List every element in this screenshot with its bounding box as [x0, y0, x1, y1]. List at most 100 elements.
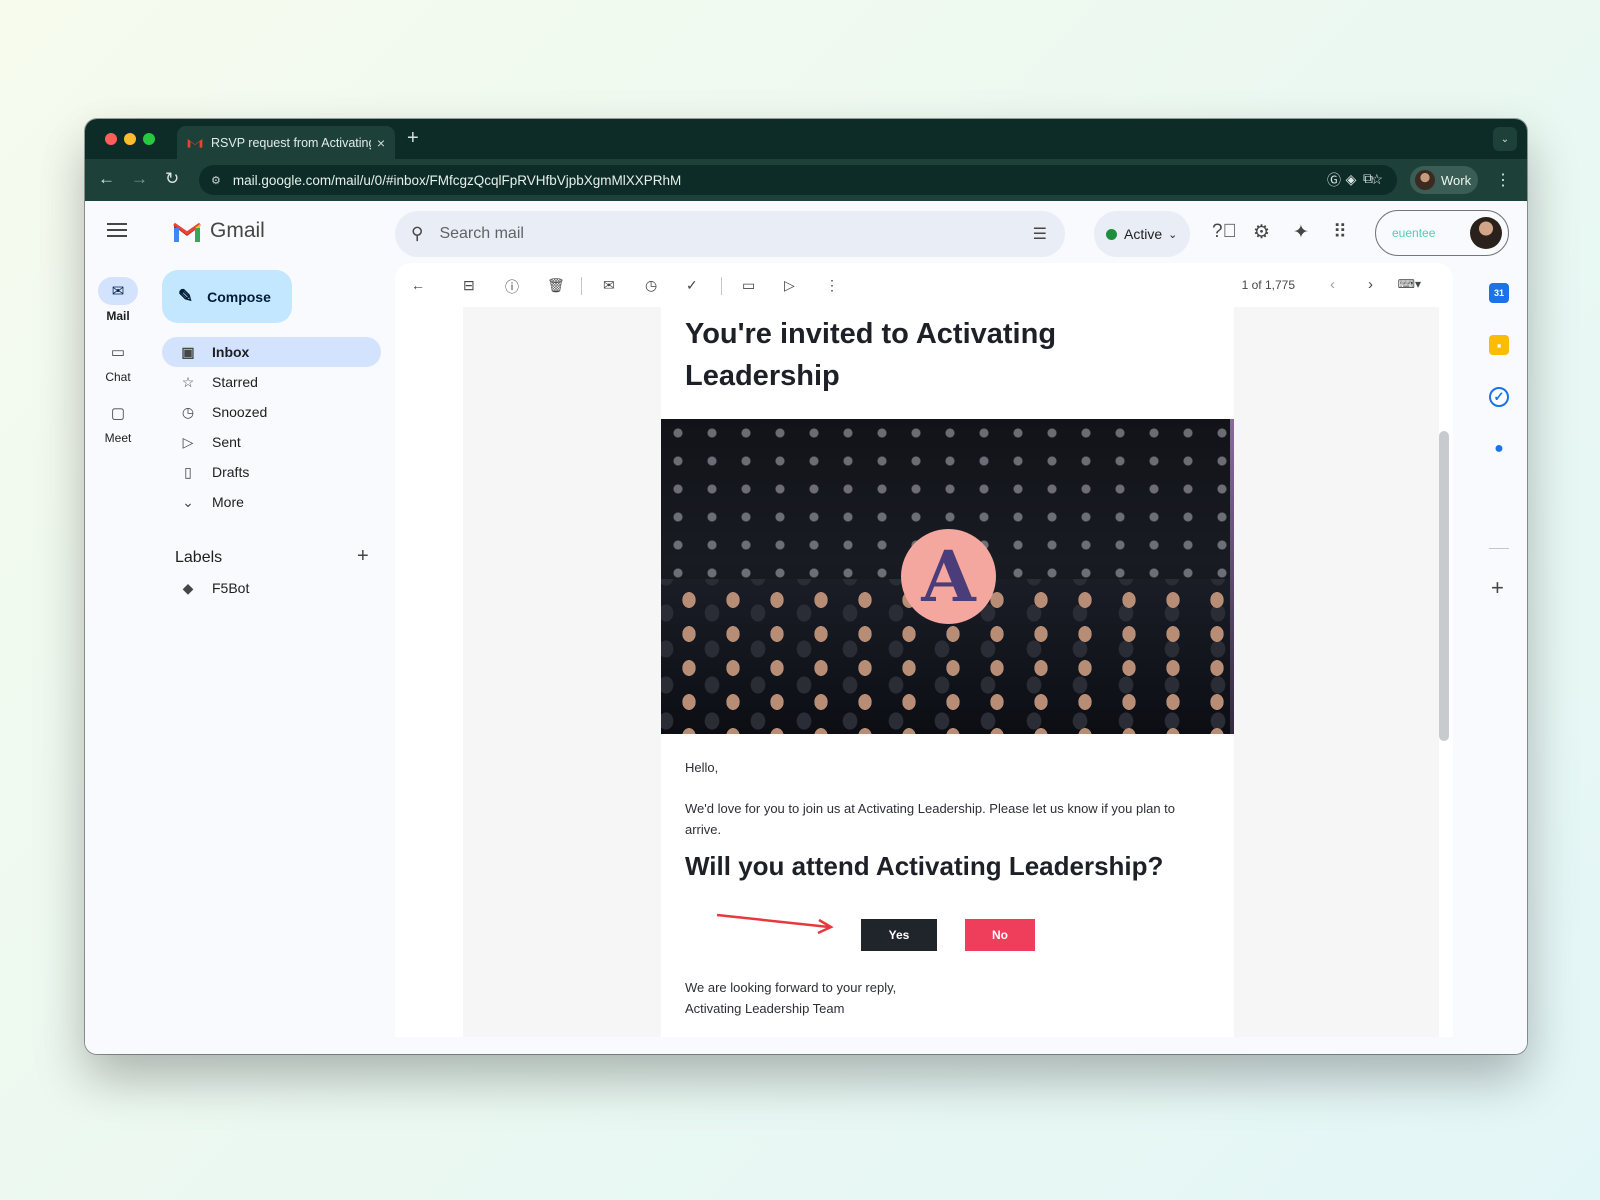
toolbar-divider	[721, 277, 722, 295]
chevron-down-icon: ⌄	[182, 493, 194, 510]
clock-icon: ◷	[181, 403, 195, 420]
scrollbar-thumb[interactable]	[1439, 431, 1449, 741]
compose-button[interactable]: ✎ Compose	[162, 270, 292, 323]
add-to-tasks-icon[interactable]: ✓	[686, 277, 698, 294]
minimize-window-button[interactable]	[124, 133, 136, 145]
close-window-button[interactable]	[105, 133, 117, 145]
main-menu-icon[interactable]	[107, 223, 127, 237]
account-switcher[interactable]: euentee	[1375, 210, 1509, 256]
contacts-icon[interactable]: ●	[1489, 439, 1509, 459]
site-settings-icon[interactable]: ⚙	[211, 174, 221, 187]
gemini-sparkle-icon[interactable]: ✦	[1293, 221, 1309, 244]
event-logo-badge: A	[901, 529, 996, 624]
event-hero-image: A	[661, 419, 1234, 734]
pencil-icon: ✎	[178, 286, 194, 306]
input-tools-keyboard-icon[interactable]: ⌨▾	[1398, 277, 1421, 291]
message-panel: ← ⊟ ⓘ 🗑 ✉ ◷ ✓ ▭ ▷ ⋮ 1 of 1,775 ‹ › ⌨▾ Yo…	[395, 263, 1453, 1037]
tab-title: RSVP request from Activating	[211, 135, 371, 150]
archive-icon[interactable]: ⊟	[463, 277, 475, 294]
settings-gear-icon[interactable]: ⚙	[1253, 221, 1270, 244]
new-tab-button[interactable]: +	[407, 127, 419, 150]
tasks-icon[interactable]: ✓	[1489, 387, 1509, 407]
maximize-window-button[interactable]	[143, 133, 155, 145]
address-bar[interactable]: ⚙ mail.google.com/mail/u/0/#inbox/FMfcgz…	[199, 165, 1397, 195]
browser-menu-icon[interactable]: ⋮	[1495, 170, 1511, 190]
message-toolbar: ← ⊟ ⓘ 🗑 ✉ ◷ ✓ ▭ ▷ ⋮ 1 of 1,775 ‹ › ⌨▾	[395, 263, 1453, 307]
event-logo-letter: A	[921, 534, 976, 618]
tab-strip: RSVP request from Activating × + ⌄	[85, 119, 1527, 159]
extensions-puzzle-icon[interactable]: ⧉	[1363, 170, 1373, 190]
label-icon: ◆	[182, 579, 194, 596]
nav-label: Snoozed	[212, 404, 268, 420]
close-tab-icon[interactable]: ×	[377, 135, 385, 151]
gmail-m-icon	[173, 222, 201, 242]
nav-item-more[interactable]: ⌄ More	[162, 487, 381, 517]
nav-item-sent[interactable]: ▷ Sent	[162, 427, 381, 457]
attendance-question: Will you attend Activating Leadership?	[685, 851, 1164, 881]
label-item-f5bot[interactable]: ◆ F5Bot	[162, 573, 381, 603]
add-label-icon[interactable]: +	[357, 545, 369, 568]
delete-trash-icon[interactable]: 🗑	[547, 277, 565, 294]
apps-grid-icon[interactable]: ⠿	[1333, 221, 1347, 244]
browser-tab[interactable]: RSVP request from Activating ×	[177, 126, 395, 159]
back-to-inbox-icon[interactable]: ←	[411, 277, 425, 293]
email-headline: You're invited to Activating Leadership	[685, 318, 1057, 392]
rail-label: Meet	[104, 431, 132, 445]
grammarly-icon[interactable]: Ⓖ	[1327, 170, 1341, 190]
nav-item-inbox[interactable]: ▣ Inbox	[162, 337, 381, 367]
compose-label: Compose	[207, 288, 271, 305]
report-spam-icon[interactable]: ⓘ	[505, 277, 519, 297]
star-icon: ☆	[181, 373, 195, 390]
mark-unread-icon[interactable]: ✉	[603, 277, 615, 294]
status-button[interactable]: Active ⌄	[1094, 211, 1190, 257]
invitation-body-text: We'd love for you to join us at Activati…	[685, 801, 1176, 837]
newer-chevron-icon[interactable]: ‹	[1330, 276, 1335, 293]
gmail-logo[interactable]: Gmail	[172, 219, 265, 243]
nav-item-starred[interactable]: ☆ Starred	[162, 367, 381, 397]
chevron-down-icon: ⌄	[1168, 228, 1178, 241]
back-arrow-icon[interactable]: ←	[98, 169, 115, 189]
snooze-clock-icon[interactable]: ◷	[645, 277, 657, 294]
get-addons-plus-icon[interactable]: +	[1491, 575, 1504, 601]
nav-item-drafts[interactable]: ▯ Drafts	[162, 457, 381, 487]
hero-edge	[1230, 419, 1234, 734]
more-options-icon[interactable]: ⋮	[825, 277, 839, 294]
tab-search-button[interactable]: ⌄	[1493, 127, 1517, 151]
send-icon: ▷	[182, 433, 194, 450]
url-text: mail.google.com/mail/u/0/#inbox/FMfcgzQc…	[232, 172, 682, 188]
move-to-folder-icon[interactable]: ▭	[742, 277, 755, 294]
status-dot	[1106, 228, 1117, 240]
reload-icon[interactable]: ↻	[165, 169, 179, 189]
gmail-app: ✉ Mail ▭ Chat ▢ Meet Gmail ✎ Compose ▣ I…	[85, 201, 1527, 1054]
inbox-icon: ▣	[181, 343, 195, 360]
help-icon[interactable]: ?⃝	[1212, 221, 1237, 243]
mail-icon: ✉	[98, 277, 138, 305]
browser-window: RSVP request from Activating × + ⌄ ← → ↻…	[85, 119, 1527, 1054]
rail-item-chat[interactable]: ▭ Chat	[85, 338, 151, 384]
side-panel: 31 ▪ ✓ ● + ›	[1471, 263, 1527, 1053]
search-icon[interactable]: ⚲	[411, 224, 423, 244]
keep-icon[interactable]: ▪	[1489, 335, 1509, 355]
search-options-icon[interactable]: ☰	[1033, 224, 1047, 244]
rsvp-yes-button[interactable]: Yes	[861, 919, 937, 951]
forward-arrow-icon[interactable]: →	[131, 169, 148, 189]
status-label: Active	[1124, 226, 1163, 242]
rail-item-meet[interactable]: ▢ Meet	[85, 399, 151, 445]
rail-label: Mail	[106, 309, 130, 323]
rail-item-mail[interactable]: ✉ Mail	[85, 277, 151, 323]
older-chevron-icon[interactable]: ›	[1368, 276, 1373, 293]
browser-toolbar: ← → ↻ ⚙ mail.google.com/mail/u/0/#inbox/…	[85, 159, 1527, 201]
chat-icon: ▭	[110, 344, 126, 361]
greeting-text: Hello,	[685, 760, 719, 775]
nav-item-snoozed[interactable]: ◷ Snoozed	[162, 397, 381, 427]
calendar-icon[interactable]: 31	[1489, 283, 1509, 303]
rsvp-no-button[interactable]: No	[965, 919, 1035, 951]
search-bar[interactable]: ⚲ Search mail ☰	[395, 211, 1065, 257]
label-tag-icon[interactable]: ▷	[784, 277, 795, 294]
profile-avatar	[1415, 170, 1435, 190]
search-input[interactable]: Search mail	[439, 225, 1032, 243]
profile-button[interactable]: Work	[1410, 166, 1478, 194]
label-name: F5Bot	[212, 580, 250, 596]
draft-icon: ▯	[184, 463, 192, 480]
nav-label: Sent	[212, 434, 241, 450]
